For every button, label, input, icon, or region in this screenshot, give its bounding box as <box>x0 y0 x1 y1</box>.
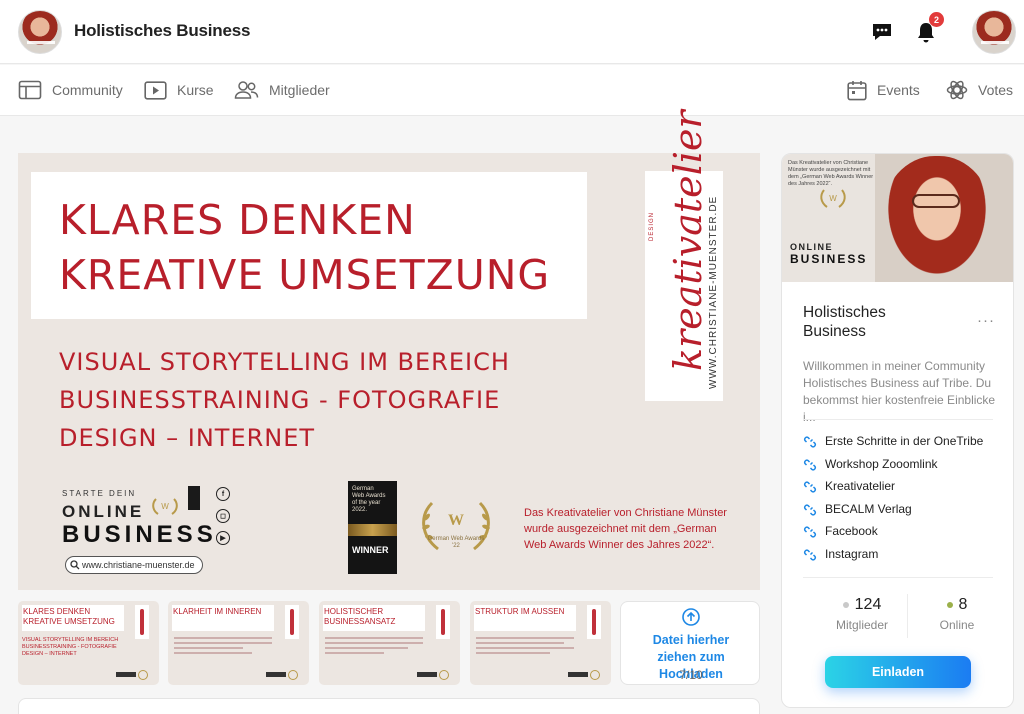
gallery-thumbnail[interactable]: KLARES DENKEN KREATIVE UMSETZUNG VISUAL … <box>18 601 159 685</box>
link-icon <box>803 459 817 471</box>
nav-events[interactable]: Events <box>847 78 920 102</box>
community-icon <box>18 80 42 100</box>
link-icon <box>803 481 817 493</box>
community-info-card: Das Kreativatelier von Christiane Münste… <box>781 153 1014 708</box>
link-becalm[interactable]: BECALM Verlag <box>803 500 912 518</box>
logo-icon <box>587 605 601 639</box>
svg-text:W: W <box>448 512 464 529</box>
online-text: ONLINE <box>62 502 145 521</box>
upload-count: 7/10 <box>679 668 703 682</box>
laurel-award-label: German Web Awards '22 <box>427 536 485 549</box>
award-note: Das Kreativatelier von Christiane Münste… <box>524 507 727 551</box>
instagram-icon: ◻ <box>216 509 230 523</box>
votes-icon <box>946 80 968 100</box>
community-description: Willkommen in meiner Community Holistisc… <box>803 359 996 424</box>
play-icon <box>144 80 167 100</box>
logo-icon <box>436 605 450 639</box>
gallery-thumbnail[interactable]: HOLISTISCHER BUSINESSANSATZ <box>319 601 460 685</box>
link-icon <box>803 504 817 516</box>
mini-award-badge <box>188 486 200 510</box>
upload-icon <box>682 608 700 626</box>
nav-kurse-label: Kurse <box>177 82 214 98</box>
nav-votes[interactable]: Votes <box>946 78 1013 102</box>
notification-badge: 2 <box>929 12 944 27</box>
nav-mitglieder[interactable]: Mitglieder <box>234 78 330 102</box>
svg-text:W: W <box>161 502 169 511</box>
link-kreativatelier[interactable]: Kreativatelier <box>803 477 895 495</box>
nav-votes-label: Votes <box>978 82 1014 98</box>
link-icon <box>803 549 817 561</box>
kreativatelier-logo: kreativatelier WWW.CHRISTIANE-MUENSTER.D… <box>645 110 723 401</box>
facebook-icon: f <box>216 487 230 501</box>
members-icon <box>234 81 259 99</box>
gallery-thumbnail[interactable]: KLARHEIT IM INNEREN <box>168 601 309 685</box>
nav-community[interactable]: Community <box>18 78 123 102</box>
nav-mitglieder-label: Mitglieder <box>269 82 330 98</box>
community-avatar[interactable] <box>18 10 62 54</box>
gallery-thumbnail[interactable]: STRUKTUR IM AUSSEN <box>470 601 611 685</box>
content-card <box>18 698 760 714</box>
more-options-icon[interactable]: ··· <box>977 312 995 329</box>
banner-title: KLARES DENKEN KREATIVE UMSETZUNG <box>59 196 551 299</box>
nav-events-label: Events <box>877 82 920 98</box>
logo-icon <box>285 605 299 639</box>
online-stat: 8 Online <box>939 596 975 632</box>
banner-subtitle: VISUAL STORYTELLING IM BEREICH BUSINESST… <box>59 348 510 452</box>
community-cover-image: Das Kreativatelier von Christiane Münste… <box>782 154 1013 282</box>
community-title[interactable]: Holistisches Business <box>74 21 250 41</box>
invite-button[interactable]: Einladen <box>825 656 971 688</box>
link-icon <box>803 526 817 538</box>
main-nav: Community Kurse Mitglieder Events Votes <box>0 65 1024 116</box>
youtube-icon: ▶ <box>216 531 230 545</box>
members-stat: 124 Mitglieder <box>835 596 889 632</box>
top-header: Holistisches Business 2 <box>0 0 1024 64</box>
link-erste-schritte[interactable]: Erste Schritte in der OneTribe <box>803 432 983 450</box>
link-icon <box>803 436 817 448</box>
laurel-small-icon: W <box>152 498 178 515</box>
divider <box>803 577 993 578</box>
business-text: BUSINESS <box>62 521 217 548</box>
divider <box>803 419 993 420</box>
search-icon <box>70 560 80 570</box>
upload-dropzone[interactable]: Datei hierher ziehen zum Hochladen 7/10 <box>620 601 760 685</box>
user-avatar[interactable] <box>972 10 1016 54</box>
svg-text:W: W <box>829 194 837 203</box>
laurel-icon: W <box>820 189 846 208</box>
hero-banner-image: KLARES DENKEN KREATIVE UMSETZUNG VISUAL … <box>18 110 760 590</box>
nav-kurse[interactable]: Kurse <box>144 78 214 102</box>
community-name: Holistisches Business <box>803 304 886 340</box>
link-facebook[interactable]: Facebook <box>803 522 878 540</box>
chat-icon[interactable] <box>870 20 894 44</box>
calendar-icon <box>847 80 867 100</box>
logo-icon <box>135 605 149 639</box>
website-pill: www.christiane-muenster.de <box>65 556 203 574</box>
link-instagram[interactable]: Instagram <box>803 545 878 563</box>
nav-community-label: Community <box>52 82 123 98</box>
starte-dein-text: STARTE DEIN <box>62 489 137 498</box>
link-workshop[interactable]: Workshop Zooomlink <box>803 455 938 473</box>
german-web-award-badge: German Web Awards of the year 2022. WINN… <box>348 481 397 574</box>
